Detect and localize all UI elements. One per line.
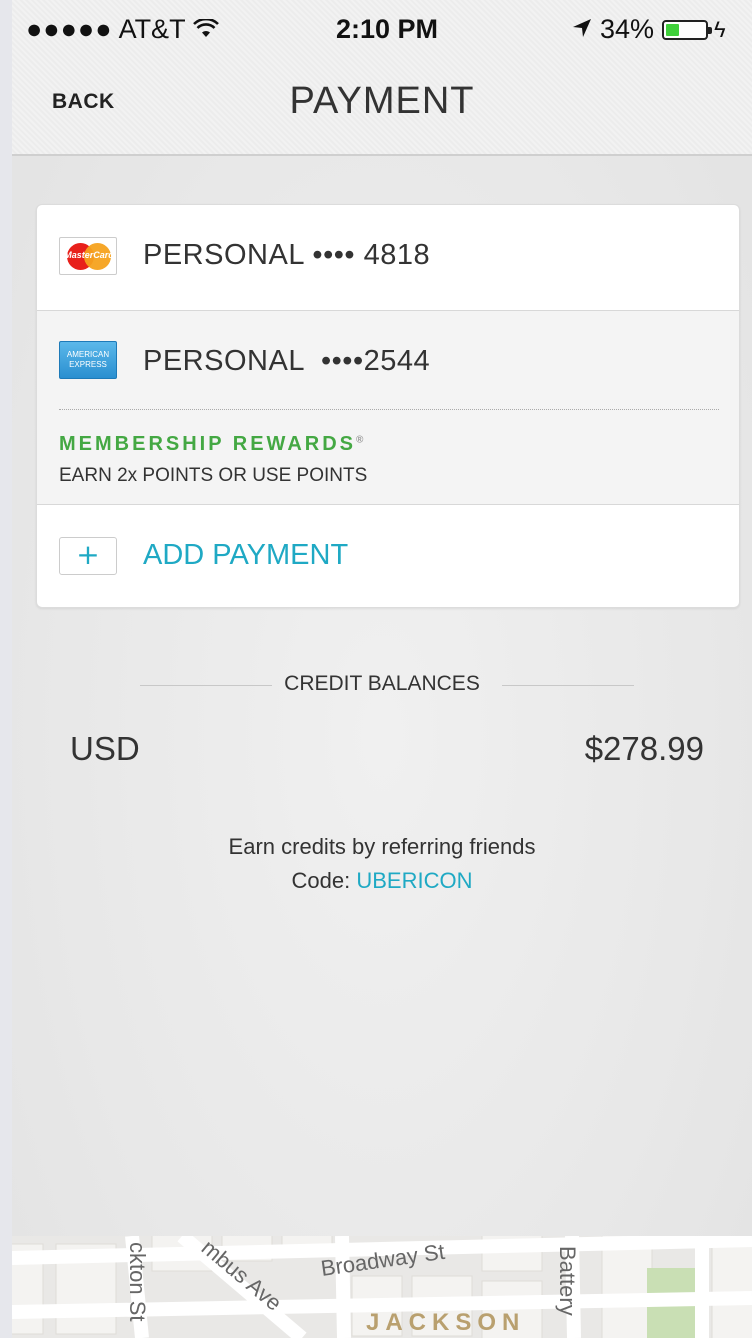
battery-icon <box>662 19 713 40</box>
referral-code-prefix: Code: <box>291 868 351 893</box>
referral-code[interactable]: UBERICON <box>356 868 472 893</box>
membership-rewards-title: MEMBERSHIP REWARDS® <box>59 433 364 455</box>
referral-code-line: Code: UBERICON <box>12 868 752 894</box>
divider <box>59 409 719 410</box>
mastercard-icon: MasterCard <box>59 237 117 275</box>
add-payment-button[interactable]: + ADD PAYMENT <box>37 505 739 607</box>
page-title: PAYMENT <box>289 80 475 122</box>
payment-methods-card: MasterCard PERSONAL •••• 4818 AMERICAN E… <box>36 204 740 608</box>
map-label-battery: Battery <box>555 1246 580 1316</box>
currency-label: USD <box>70 730 140 767</box>
charging-bolt-icon: ϟ <box>714 16 726 42</box>
mastercard-logo-text: MasterCard <box>64 250 114 260</box>
payment-item-label: PERSONAL ••••2544 <box>143 345 431 377</box>
payment-item-mastercard[interactable]: MasterCard PERSONAL •••• 4818 <box>37 205 739 311</box>
credit-amount: $278.99 <box>584 730 704 767</box>
header: ●●●●● AT&T 2:10 PM 34% ϟ BACK PAYMENT <box>12 0 752 156</box>
amex-icon: AMERICAN EXPRESS <box>59 341 117 379</box>
map-label-stockton: ckton St <box>125 1242 150 1321</box>
plus-icon: + <box>59 537 117 575</box>
payment-item-label: PERSONAL •••• 4818 <box>143 239 431 271</box>
location-arrow-icon <box>572 14 592 45</box>
divider <box>502 685 634 686</box>
signal-strength: ●●●●● <box>26 14 113 44</box>
credit-balances-heading: CREDIT BALANCES <box>284 672 480 695</box>
map-label-jackson: JACKSON <box>366 1309 525 1336</box>
wifi-icon <box>192 15 219 46</box>
add-payment-label: ADD PAYMENT <box>143 539 349 571</box>
map-preview[interactable]: Broadway St mbus Ave ckton St Battery JA… <box>12 1236 752 1338</box>
payment-screen: ●●●●● AT&T 2:10 PM 34% ϟ BACK PAYMENT Ma… <box>12 0 752 1338</box>
map-streets: Broadway St mbus Ave ckton St Battery JA… <box>12 1236 752 1338</box>
status-bar: ●●●●● AT&T 2:10 PM 34% ϟ <box>12 10 752 50</box>
clock: 2:10 PM <box>336 14 439 44</box>
payment-item-amex[interactable]: AMERICAN EXPRESS PERSONAL ••••2544 MEMBE… <box>37 311 739 505</box>
carrier-name: AT&T <box>118 14 186 44</box>
membership-rewards-subtitle: EARN 2x POINTS OR USE POINTS <box>59 465 368 486</box>
carrier-info: ●●●●● AT&T <box>26 14 219 46</box>
referral-text: Earn credits by referring friends <box>228 834 536 859</box>
battery-percent: 34% <box>600 14 655 44</box>
battery-area: 34% ϟ <box>572 14 726 45</box>
